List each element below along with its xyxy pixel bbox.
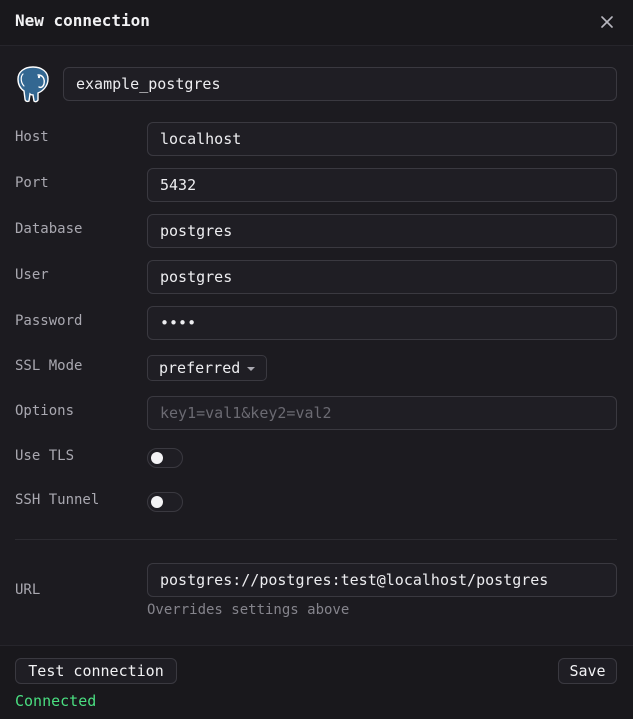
use-tls-toggle[interactable] — [147, 448, 183, 468]
host-input[interactable] — [147, 122, 617, 156]
port-label: Port — [15, 175, 49, 191]
connection-status: Connected — [15, 692, 97, 710]
ssl-mode-value: preferred — [159, 359, 241, 377]
password-label: Password — [15, 313, 83, 329]
ssh-tunnel-label: SSH Tunnel — [15, 492, 100, 508]
postgresql-elephant-icon — [15, 65, 51, 103]
url-hint: Overrides settings above — [147, 602, 350, 618]
save-button[interactable]: Save — [558, 658, 617, 684]
user-input[interactable] — [147, 260, 617, 294]
url-label: URL — [15, 582, 41, 598]
port-input[interactable] — [147, 168, 617, 202]
ssl-mode-label: SSL Mode — [15, 358, 83, 374]
test-connection-button[interactable]: Test connection — [15, 658, 177, 684]
database-label: Database — [15, 221, 83, 237]
toggle-knob — [151, 496, 163, 508]
connection-name-input[interactable] — [63, 67, 617, 101]
toggle-knob — [151, 452, 163, 464]
host-label: Host — [15, 129, 49, 145]
options-label: Options — [15, 403, 75, 419]
use-tls-label: Use TLS — [15, 448, 75, 464]
dialog-title: New connection — [15, 11, 150, 30]
section-divider — [15, 539, 617, 540]
password-input[interactable] — [147, 306, 617, 340]
close-icon — [601, 16, 613, 28]
ssl-mode-select[interactable]: preferred — [147, 355, 267, 381]
close-button[interactable] — [597, 12, 617, 32]
user-label: User — [15, 267, 49, 283]
database-input[interactable] — [147, 214, 617, 248]
url-input[interactable] — [147, 563, 617, 597]
options-input[interactable] — [147, 396, 617, 430]
chevron-down-icon — [247, 367, 255, 371]
dialog-header: New connection — [0, 0, 633, 46]
ssh-tunnel-toggle[interactable] — [147, 492, 183, 512]
